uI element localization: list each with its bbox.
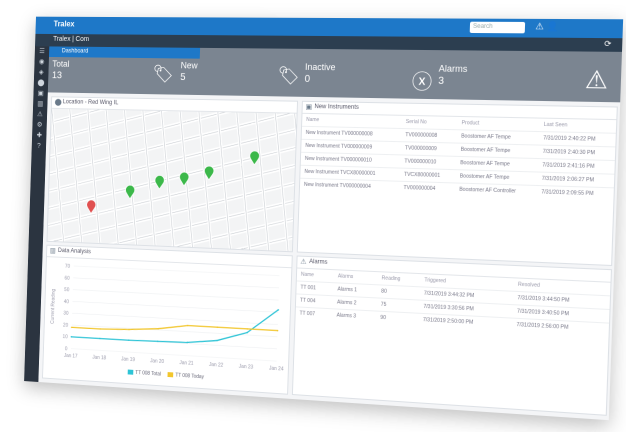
help-icon[interactable]: ? <box>32 141 47 152</box>
table-cell: Alarms 3 <box>332 308 377 324</box>
line-chart[interactable]: 0 10 20 30 40 50 60 70 Jan 17 Jan 18 Jan 19 Jan 20 J… <box>43 257 291 380</box>
instruments-table: Name Serial No Product Last Seen New Ins… <box>299 114 616 201</box>
stat-total[interactable]: Total 13 <box>52 59 70 81</box>
x-tick-label: Jan 20 <box>150 358 164 365</box>
tab-dashboard[interactable]: Dashboard <box>48 46 201 59</box>
x-tick-label: Jan 19 <box>121 356 135 363</box>
chart-icon[interactable]: ▥ <box>33 99 48 110</box>
table-cell: 90 <box>376 311 420 326</box>
stat-value: 3 <box>438 75 445 88</box>
x-tick-label: Jan 23 <box>239 364 254 371</box>
stat-alarms[interactable]: Alarms 3 <box>438 63 468 87</box>
device-icon[interactable]: ▣ <box>33 88 48 99</box>
stat-value: 0 <box>304 73 311 85</box>
legend-swatch <box>127 369 134 375</box>
location-icon[interactable]: ⬤ <box>34 78 49 89</box>
stat-label: Total <box>52 58 70 69</box>
settings-icon[interactable]: ⚙ <box>32 120 47 131</box>
grid-line <box>73 301 279 312</box>
y-tick-label: 30 <box>63 311 69 317</box>
panel-title: New Instruments <box>314 104 359 111</box>
tags-icon: 🏷 <box>152 63 175 84</box>
y-tick-label: 60 <box>65 275 71 281</box>
stat-inactive[interactable]: Inactive 0 <box>304 62 335 85</box>
data-analysis-panel: ▥ Data Analysis 0 10 20 30 40 50 60 70 Jan 17 Jan… <box>42 244 293 395</box>
app-name: Tralex | Com <box>53 35 90 43</box>
location-pin-icon: ⬤ <box>54 99 62 107</box>
panel-title: Data Analysis <box>57 248 91 256</box>
grid-line <box>73 290 279 300</box>
table-cell: 7/31/2019 2:09:55 PM <box>536 185 614 201</box>
legend-swatch <box>167 372 174 378</box>
stat-new[interactable]: New 5 <box>180 60 198 83</box>
tag-icon[interactable]: ◈ <box>34 67 49 78</box>
y-tick-label: 50 <box>64 287 70 293</box>
menu-icon[interactable]: ☰ <box>35 46 50 57</box>
warning-icon: ⚠ <box>300 258 307 266</box>
map-pin-icon <box>250 151 260 165</box>
stat-value: 5 <box>180 72 186 84</box>
table-cell: New Instrument TV000000004 <box>299 178 400 194</box>
search-input[interactable]: Search <box>469 21 526 34</box>
stat-label: New <box>180 60 198 71</box>
window-title: Tralex <box>53 19 75 29</box>
street-line <box>47 109 50 241</box>
legend-label: TT 008 Total <box>135 370 162 378</box>
y-tick-label: 20 <box>63 322 68 328</box>
tag-add-icon: 🏷 <box>277 65 301 86</box>
y-tick-label: 70 <box>65 264 71 270</box>
table-cell: TV000000004 <box>399 181 456 196</box>
chart-icon: ▥ <box>49 247 56 255</box>
y-tick-label: 0 <box>65 346 68 352</box>
refresh-icon[interactable]: ⟳ <box>604 39 612 49</box>
instrument-icon: ▣ <box>305 103 313 111</box>
alert-icon[interactable]: ⚠ <box>535 21 544 32</box>
table-cell: Boostomer AF Controller <box>454 182 538 199</box>
column-header[interactable]: Serial No <box>402 116 458 130</box>
panel-title: Alarms <box>309 259 328 266</box>
add-icon[interactable]: ✚ <box>32 130 47 141</box>
y-tick-label: 40 <box>64 299 70 305</box>
table-cell: TT 007 <box>295 306 333 322</box>
x-tick-label: Jan 21 <box>179 360 194 367</box>
x-tick-label: Jan 17 <box>64 353 78 360</box>
grid-line <box>72 313 278 324</box>
grid-line <box>74 266 280 276</box>
table-cell: TV000000008 <box>401 128 458 144</box>
warning-icon[interactable]: ⚠ <box>33 109 48 120</box>
screenshot-stage: Tralex Search ⚠ 👤 Tralex | Com ⟳ ☰ ◉ ◈ ⬤… <box>0 0 626 432</box>
panel-title: Location - Red Wing IL <box>62 99 119 107</box>
x-tick-label: Jan 18 <box>92 355 106 362</box>
stat-value: 13 <box>51 70 63 82</box>
alarms-panel: ⚠ Alarms Name Alarms Reading Triggered R… <box>291 255 613 416</box>
stat-label: Inactive <box>304 61 336 73</box>
warning-triangle-icon: ⚠ <box>584 66 609 95</box>
dashboard-icon[interactable]: ◉ <box>34 57 49 68</box>
user-icon[interactable]: 👤 <box>547 21 559 33</box>
y-tick-label: 10 <box>63 334 68 340</box>
street-map[interactable] <box>47 108 297 252</box>
map-panel: ⬤ Location - Red Wing IL <box>46 96 299 253</box>
close-circle-icon: ⓧ <box>411 71 433 94</box>
instruments-panel: ▣ New Instruments Name Serial No Product… <box>296 100 618 267</box>
x-tick-label: Jan 24 <box>269 365 284 372</box>
legend-label: TT 008 Today <box>175 372 204 381</box>
app-window: Tralex Search ⚠ 👤 Tralex | Com ⟳ ☰ ◉ ◈ ⬤… <box>24 16 624 421</box>
grid-line <box>73 278 279 288</box>
map-pin-icon <box>86 200 96 214</box>
stat-label: Alarms <box>438 63 468 75</box>
street-edge <box>47 109 50 241</box>
x-tick-label: Jan 22 <box>209 362 224 369</box>
map-pin-icon <box>155 175 165 189</box>
y-axis-label: Current Reading <box>50 288 57 324</box>
